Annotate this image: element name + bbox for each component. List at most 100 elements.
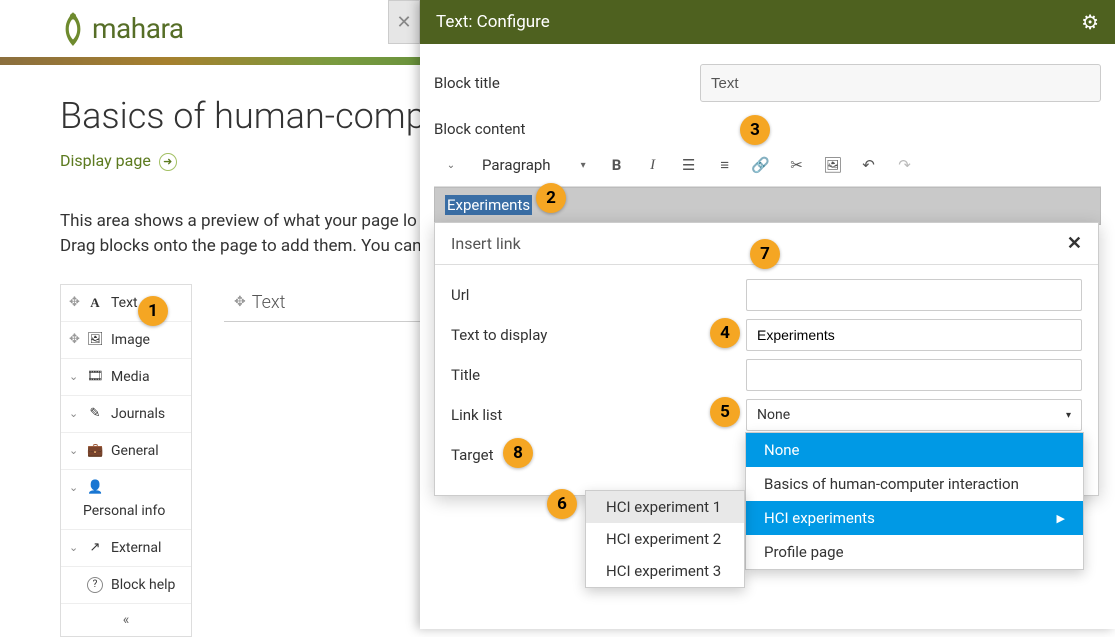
- marker-7: 7: [750, 239, 780, 269]
- journal-icon: ✎: [87, 406, 103, 421]
- sidebar-item-label: Text: [111, 295, 138, 311]
- chevron-down-icon: ⌄: [69, 407, 79, 420]
- submenu-item-label: HCI experiment 3: [606, 562, 721, 580]
- redo-button[interactable]: ↷: [888, 148, 922, 182]
- italic-button[interactable]: I: [636, 148, 670, 182]
- editor-toolbar: ⌄ Paragraph▾ B I ☰ ≡ 🔗 ✂ 🖼 ↶ ↷: [434, 148, 1101, 187]
- submenu-item-exp2[interactable]: HCI experiment 2: [586, 523, 744, 555]
- chevron-down-icon: ⌄: [69, 481, 79, 494]
- submenu-item-exp3[interactable]: HCI experiment 3: [586, 555, 744, 587]
- toolbar-paragraph-select[interactable]: Paragraph▾: [470, 156, 598, 174]
- sidebar-item-label: External: [111, 540, 161, 556]
- marker-3: 3: [740, 115, 770, 145]
- url-label: Url: [451, 286, 746, 304]
- content-editor[interactable]: Experiments: [434, 187, 1101, 225]
- link-button[interactable]: 🔗: [744, 148, 778, 182]
- submenu-item-exp1[interactable]: HCI experiment 1: [586, 491, 744, 523]
- image-button[interactable]: 🖼: [816, 148, 850, 182]
- caret-down-icon: ▾: [1066, 410, 1071, 421]
- marker-4: 4: [710, 318, 740, 348]
- number-list-icon: ≡: [720, 156, 729, 174]
- unlink-icon: ✂: [790, 156, 803, 174]
- dropdown-item-profile[interactable]: Profile page: [746, 535, 1083, 569]
- dropdown-item-hci-experiments[interactable]: HCI experiments ▶: [746, 501, 1083, 535]
- sidebar-item-label: General: [111, 443, 159, 459]
- marker-6: 6: [547, 489, 577, 519]
- dialog-close-button[interactable]: ✕: [1067, 233, 1082, 254]
- sidebar-item-general[interactable]: ⌄ 💼 General: [61, 433, 191, 470]
- submenu-arrow-icon: ▶: [1057, 512, 1065, 525]
- linklist-submenu: HCI experiment 1 HCI experiment 2 HCI ex…: [585, 490, 745, 588]
- submenu-item-label: HCI experiment 1: [606, 498, 721, 516]
- unlink-button[interactable]: ✂: [780, 148, 814, 182]
- help-icon: ?: [87, 577, 103, 593]
- linklist-dropdown: None Basics of human-computer interactio…: [745, 432, 1084, 570]
- block-title-input[interactable]: [700, 64, 1101, 102]
- linklist-value: None: [757, 407, 790, 423]
- chevron-down-icon: ⌄: [69, 444, 79, 457]
- image-icon: 🖼: [823, 156, 842, 174]
- person-icon: 👤: [87, 480, 103, 495]
- number-list-button[interactable]: ≡: [708, 148, 742, 182]
- general-icon: 💼: [87, 443, 103, 458]
- chevron-down-icon: ⌄: [69, 541, 79, 554]
- sidebar-item-external[interactable]: ⌄↗External: [61, 530, 191, 567]
- brand-logo[interactable]: mahara: [60, 10, 184, 48]
- close-panel-button[interactable]: ✕: [388, 0, 420, 44]
- sidebar-item-label: Personal info: [69, 503, 183, 519]
- block-palette: ✥AText ✥🖼Image ⌄🎞Media ⌄✎Journals ⌄💼Gene…: [60, 284, 192, 637]
- drag-icon: ✥: [69, 332, 79, 347]
- block-title-label: Block title: [434, 74, 700, 92]
- sidebar-item-label: Image: [111, 332, 150, 348]
- paragraph-label: Paragraph: [482, 156, 551, 174]
- title-label: Title: [451, 366, 746, 384]
- dialog-title: Insert link: [451, 234, 521, 253]
- sidebar-item-text[interactable]: ✥ A Text: [61, 285, 191, 322]
- mahara-icon: [60, 10, 86, 48]
- bold-button[interactable]: B: [600, 148, 634, 182]
- marker-2: 2: [536, 183, 566, 213]
- drag-icon: ✥: [234, 294, 246, 310]
- dropdown-item-label: Profile page: [764, 543, 844, 561]
- sidebar-item-personal[interactable]: ⌄ 👤 Personal info: [61, 470, 191, 530]
- gear-icon[interactable]: ⚙: [1081, 10, 1099, 34]
- bullet-list-button[interactable]: ☰: [672, 148, 706, 182]
- text-to-display-label: Text to display: [451, 326, 746, 344]
- marker-8: 8: [503, 438, 533, 468]
- title-input[interactable]: [746, 359, 1082, 391]
- dropdown-item-label: HCI experiments: [764, 509, 875, 527]
- image-icon: 🖼: [87, 332, 103, 347]
- selected-text: Experiments: [445, 195, 532, 215]
- brand-text: mahara: [92, 12, 184, 45]
- sidebar-item-label: Journals: [111, 406, 165, 422]
- panel-header-title: Text: Configure: [436, 12, 550, 32]
- sidebar-item-journals[interactable]: ⌄ ✎ Journals: [61, 396, 191, 433]
- dropdown-item-basics[interactable]: Basics of human-computer interaction: [746, 467, 1083, 501]
- dropdown-item-none[interactable]: None: [746, 433, 1083, 467]
- submenu-item-label: HCI experiment 2: [606, 530, 721, 548]
- sidebar-item-help[interactable]: ? Block help: [61, 567, 191, 604]
- block-title-row: Block title: [434, 64, 1101, 102]
- linklist-select[interactable]: None ▾: [746, 399, 1082, 431]
- chevron-down-icon: ⌄: [69, 370, 79, 383]
- sidebar-item-label: Block help: [111, 577, 175, 593]
- text-to-display-input[interactable]: [746, 319, 1082, 351]
- drag-icon: ✥: [69, 295, 79, 310]
- marker-5: 5: [710, 397, 740, 427]
- dropdown-item-label: Basics of human-computer interaction: [764, 475, 1019, 493]
- dropdown-item-label: None: [764, 441, 800, 459]
- url-input[interactable]: [746, 279, 1082, 311]
- sidebar-item-media[interactable]: ⌄🎞Media: [61, 359, 191, 396]
- undo-icon: ↶: [862, 156, 875, 174]
- bullet-list-icon: ☰: [682, 156, 695, 174]
- arrow-right-icon: ➜: [159, 153, 177, 171]
- undo-button[interactable]: ↶: [852, 148, 886, 182]
- linklist-label: Link list: [451, 406, 746, 424]
- panel-header: Text: Configure ⚙: [420, 0, 1115, 44]
- toolbar-more-button[interactable]: ⌄: [434, 148, 468, 182]
- sidebar-item-image[interactable]: ✥ 🖼 Image: [61, 322, 191, 359]
- media-icon: 🎞: [87, 369, 103, 384]
- text-icon: A: [87, 295, 103, 311]
- marker-1: 1: [138, 296, 168, 326]
- sidebar-collapse[interactable]: «: [61, 604, 191, 636]
